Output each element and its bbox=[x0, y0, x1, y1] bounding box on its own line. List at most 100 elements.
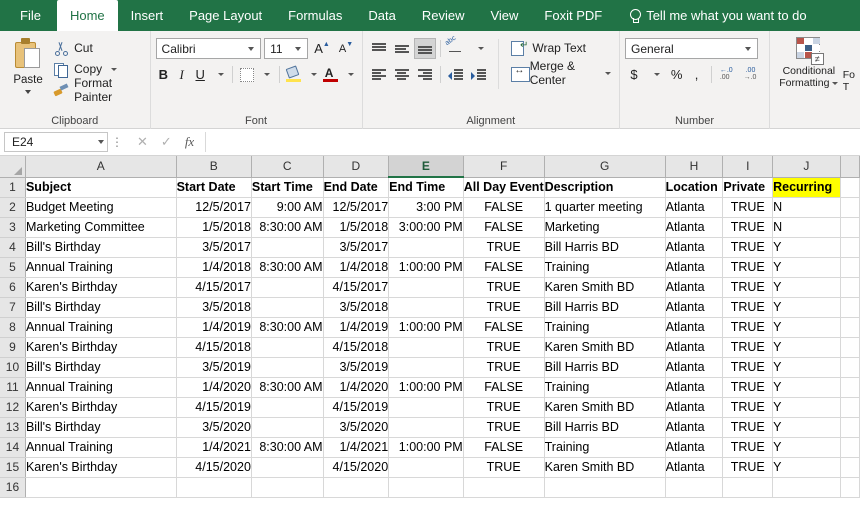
cell-D16[interactable] bbox=[323, 477, 389, 497]
cell-D4[interactable]: 3/5/2017 bbox=[323, 237, 389, 257]
cut-button[interactable]: Cut bbox=[51, 39, 144, 57]
cell-C4[interactable] bbox=[251, 237, 323, 257]
cell-F15[interactable]: TRUE bbox=[463, 457, 544, 477]
cell-G8[interactable]: Training bbox=[544, 317, 665, 337]
cell-G10[interactable]: Bill Harris BD bbox=[544, 357, 665, 377]
cell-A13[interactable]: Bill's Birthday bbox=[25, 417, 176, 437]
cell-H5[interactable]: Atlanta bbox=[665, 257, 723, 277]
cell-K4[interactable] bbox=[840, 237, 859, 257]
cell-J3[interactable]: N bbox=[773, 217, 841, 237]
cell-A16[interactable] bbox=[25, 477, 176, 497]
cell-I14[interactable]: TRUE bbox=[723, 437, 773, 457]
row-header-3[interactable]: 3 bbox=[0, 217, 25, 237]
percent-button[interactable]: % bbox=[668, 65, 686, 84]
select-all-button[interactable] bbox=[0, 156, 25, 177]
font-color-button[interactable]: A bbox=[323, 64, 338, 85]
insert-function-icon[interactable]: fx bbox=[185, 134, 194, 150]
cell-D5[interactable]: 1/4/2018 bbox=[323, 257, 389, 277]
cell-J8[interactable]: Y bbox=[773, 317, 841, 337]
cell-D15[interactable]: 4/15/2020 bbox=[323, 457, 389, 477]
chevron-down-icon[interactable] bbox=[605, 72, 611, 75]
currency-button[interactable]: $ bbox=[625, 65, 643, 84]
cell-G13[interactable]: Bill Harris BD bbox=[544, 417, 665, 437]
cell-E9[interactable] bbox=[389, 337, 464, 357]
increase-font-size-button[interactable]: A▲ bbox=[311, 38, 332, 59]
cell-I15[interactable]: TRUE bbox=[723, 457, 773, 477]
cell-D8[interactable]: 1/4/2019 bbox=[323, 317, 389, 337]
cell-A10[interactable]: Bill's Birthday bbox=[25, 357, 176, 377]
cell-A9[interactable]: Karen's Birthday bbox=[25, 337, 176, 357]
cell-A5[interactable]: Annual Training bbox=[25, 257, 176, 277]
row-header-13[interactable]: 13 bbox=[0, 417, 25, 437]
cell-J14[interactable]: Y bbox=[773, 437, 841, 457]
cell-H1[interactable]: Location bbox=[665, 177, 723, 197]
cell-J13[interactable]: Y bbox=[773, 417, 841, 437]
cell-I6[interactable]: TRUE bbox=[723, 277, 773, 297]
underline-button[interactable]: U bbox=[192, 64, 207, 85]
column-header-H[interactable]: H bbox=[665, 156, 723, 177]
cell-D2[interactable]: 12/5/2017 bbox=[323, 197, 389, 217]
row-header-16[interactable]: 16 bbox=[0, 477, 25, 497]
cell-B10[interactable]: 3/5/2019 bbox=[176, 357, 251, 377]
cell-I9[interactable]: TRUE bbox=[723, 337, 773, 357]
align-left-button[interactable] bbox=[368, 64, 390, 85]
cell-D14[interactable]: 1/4/2021 bbox=[323, 437, 389, 457]
cell-F13[interactable]: TRUE bbox=[463, 417, 544, 437]
cell-J16[interactable] bbox=[773, 477, 841, 497]
number-format-combo[interactable]: General bbox=[625, 38, 758, 59]
cell-J2[interactable]: N bbox=[773, 197, 841, 217]
cell-C1[interactable]: Start Time bbox=[251, 177, 323, 197]
cell-I2[interactable]: TRUE bbox=[723, 197, 773, 217]
column-header-D[interactable]: D bbox=[323, 156, 389, 177]
cell-G4[interactable]: Bill Harris BD bbox=[544, 237, 665, 257]
cell-E8[interactable]: 1:00:00 PM bbox=[389, 317, 464, 337]
cell-F8[interactable]: FALSE bbox=[463, 317, 544, 337]
decrease-decimal-button[interactable]: .00→.0 bbox=[741, 64, 764, 85]
cell-H8[interactable]: Atlanta bbox=[665, 317, 723, 337]
bold-button[interactable]: B bbox=[156, 64, 171, 85]
cell-G6[interactable]: Karen Smith BD bbox=[544, 277, 665, 297]
wrap-text-button[interactable]: Wrap Text bbox=[508, 39, 614, 57]
increase-decimal-button[interactable]: ←.0.00 bbox=[716, 64, 739, 85]
cell-I8[interactable]: TRUE bbox=[723, 317, 773, 337]
cell-D13[interactable]: 3/5/2020 bbox=[323, 417, 389, 437]
cell-I12[interactable]: TRUE bbox=[723, 397, 773, 417]
decrease-font-size-button[interactable]: A▼ bbox=[336, 38, 357, 59]
cell-F2[interactable]: FALSE bbox=[463, 197, 544, 217]
cell-K1[interactable] bbox=[840, 177, 859, 197]
cell-G7[interactable]: Bill Harris BD bbox=[544, 297, 665, 317]
cell-K13[interactable] bbox=[840, 417, 859, 437]
column-header-G[interactable]: G bbox=[544, 156, 665, 177]
name-box[interactable]: E24 bbox=[4, 132, 108, 152]
cell-F7[interactable]: TRUE bbox=[463, 297, 544, 317]
cell-K12[interactable] bbox=[840, 397, 859, 417]
cell-J6[interactable]: Y bbox=[773, 277, 841, 297]
cell-C15[interactable] bbox=[251, 457, 323, 477]
cell-B11[interactable]: 1/4/2020 bbox=[176, 377, 251, 397]
cell-E13[interactable] bbox=[389, 417, 464, 437]
cell-E5[interactable]: 1:00:00 PM bbox=[389, 257, 464, 277]
cell-C3[interactable]: 8:30:00 AM bbox=[251, 217, 323, 237]
column-header-B[interactable]: B bbox=[176, 156, 251, 177]
tab-file[interactable]: File bbox=[4, 0, 57, 31]
row-header-10[interactable]: 10 bbox=[0, 357, 25, 377]
row-header-5[interactable]: 5 bbox=[0, 257, 25, 277]
cell-C2[interactable]: 9:00 AM bbox=[251, 197, 323, 217]
row-header-14[interactable]: 14 bbox=[0, 437, 25, 457]
orientation-dropdown[interactable] bbox=[468, 38, 490, 59]
worksheet-grid[interactable]: A B C D E F G H I J 1 Subject Start D bbox=[0, 156, 860, 510]
cell-H7[interactable]: Atlanta bbox=[665, 297, 723, 317]
row-header-1[interactable]: 1 bbox=[0, 177, 25, 197]
tab-review[interactable]: Review bbox=[409, 0, 478, 31]
cell-F4[interactable]: TRUE bbox=[463, 237, 544, 257]
row-header-15[interactable]: 15 bbox=[0, 457, 25, 477]
cell-A8[interactable]: Annual Training bbox=[25, 317, 176, 337]
cell-K11[interactable] bbox=[840, 377, 859, 397]
cell-K14[interactable] bbox=[840, 437, 859, 457]
cell-E6[interactable] bbox=[389, 277, 464, 297]
align-center-button[interactable] bbox=[391, 64, 413, 85]
column-header-A[interactable]: A bbox=[25, 156, 176, 177]
column-header-C[interactable]: C bbox=[251, 156, 323, 177]
row-header-2[interactable]: 2 bbox=[0, 197, 25, 217]
row-header-11[interactable]: 11 bbox=[0, 377, 25, 397]
